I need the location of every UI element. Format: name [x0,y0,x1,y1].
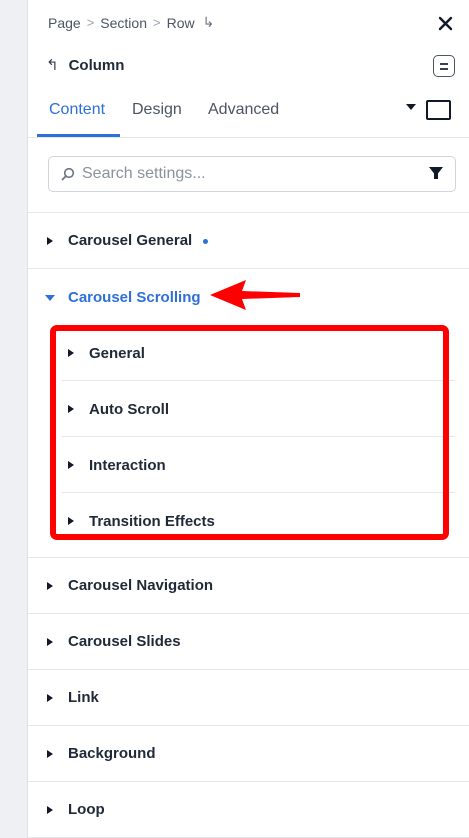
section-label: Carousel Scrolling [68,288,201,306]
caret-right-icon [68,461,74,469]
section-carousel-general[interactable]: Carousel General [28,213,469,269]
section-loop[interactable]: Loop [28,782,469,838]
section-label: Carousel General [68,232,193,249]
tab-design[interactable]: Design [132,101,182,119]
breadcrumb-item-page[interactable]: Page [48,15,81,31]
section-carousel-navigation[interactable]: Carousel Navigation [28,558,469,614]
section-carousel-slides[interactable]: Carousel Slides [28,614,469,670]
modified-indicator-dot [203,239,208,244]
breadcrumb-item-row[interactable]: Row [167,15,195,31]
caret-right-icon [68,349,74,357]
return-arrow-icon: ↳ [202,14,215,30]
caret-right-icon [47,638,53,646]
subsection-list: General Auto Scroll Interaction Transiti… [28,325,469,557]
breadcrumb-item-section[interactable]: Section [100,15,147,31]
tab-bar: Content Design Advanced [28,94,469,138]
desktop-device-icon[interactable] [426,100,451,120]
caret-right-icon [47,582,53,590]
subsection-auto-scroll[interactable]: Auto Scroll [28,381,469,437]
element-title: Column [68,56,125,74]
back-arrow-icon[interactable]: ↰ [46,56,59,74]
active-tab-indicator [37,134,120,137]
close-icon [438,16,452,30]
element-options-button[interactable] [433,55,455,77]
filter-icon[interactable] [429,167,443,179]
section-carousel-scrolling-expanded: Carousel Scrolling General Auto Scroll I… [28,269,469,558]
subsection-label: Auto Scroll [89,400,170,418]
close-button[interactable] [433,11,457,35]
section-label: Background [68,745,156,762]
section-link[interactable]: Link [28,670,469,726]
breadcrumb-separator: > [86,15,95,30]
caret-right-icon [68,405,74,413]
caret-right-icon [47,694,53,702]
section-label: Link [68,689,99,706]
left-rail [0,0,28,838]
subsection-label: General [89,344,145,362]
breadcrumb: Page > Section > Row ↳ [48,14,214,31]
section-label: Carousel Navigation [68,577,214,594]
settings-panel: Page > Section > Row ↳ ↰ Column Content … [28,0,469,838]
section-label: Carousel Slides [68,633,181,650]
caret-right-icon [47,806,53,814]
element-title-row: ↰ Column [46,56,125,75]
section-carousel-scrolling[interactable]: Carousel Scrolling [28,269,469,325]
breadcrumb-separator: > [153,15,161,30]
device-dropdown-caret-icon[interactable] [406,104,416,110]
options-line-icon [440,62,448,65]
caret-right-icon [47,237,53,245]
settings-sections: Carousel General Carousel Scrolling Gene… [28,212,469,838]
tab-advanced[interactable]: Advanced [208,101,279,119]
caret-right-icon [68,517,74,525]
subsection-transition-effects[interactable]: Transition Effects [28,493,469,549]
search-input[interactable] [82,165,412,183]
tab-content[interactable]: Content [49,101,105,119]
subsection-general[interactable]: General [28,325,469,381]
subsection-label: Interaction [89,456,166,474]
subsection-interaction[interactable]: Interaction [28,437,469,493]
search-settings-field [48,156,456,192]
search-icon [61,167,75,181]
options-line-icon [440,67,448,70]
section-label: Loop [68,801,105,818]
caret-down-icon [45,295,55,301]
caret-right-icon [47,750,53,758]
subsection-label: Transition Effects [89,512,215,530]
section-background[interactable]: Background [28,726,469,782]
